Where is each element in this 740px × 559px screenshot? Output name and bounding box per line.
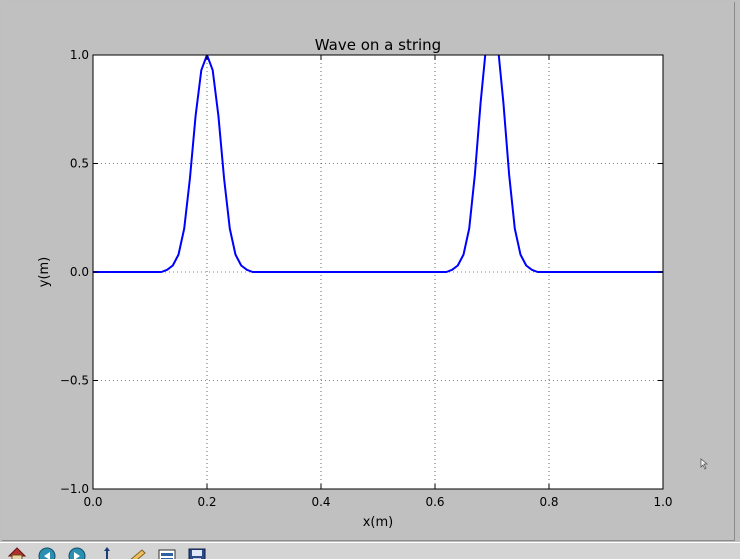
subplots-button[interactable] <box>156 545 178 559</box>
x-tick-label: 0.4 <box>311 495 330 509</box>
forward-icon <box>68 547 86 559</box>
y-tick-label: 1.0 <box>70 48 89 62</box>
x-tick-label: 0.0 <box>83 495 102 509</box>
x-tick-label: 1.0 <box>653 495 672 509</box>
pan-button[interactable] <box>96 545 118 559</box>
forward-button[interactable] <box>66 545 88 559</box>
zoom-button[interactable] <box>126 545 148 559</box>
y-tick-label: −1.0 <box>60 482 89 496</box>
home-button[interactable] <box>6 545 28 559</box>
x-tick-label: 0.8 <box>539 495 558 509</box>
back-icon <box>38 547 56 559</box>
back-button[interactable] <box>36 545 58 559</box>
wave-chart: 0.0 0.2 0.4 0.6 0.8 1.0 −1.0 −0.5 0.0 0.5 1.0 Wav… <box>37 36 673 530</box>
y-tick-labels: −1.0 −0.5 0.0 0.5 1.0 <box>60 48 89 496</box>
x-tick-label: 0.6 <box>425 495 444 509</box>
y-tick-label: 0.0 <box>70 265 89 279</box>
x-axis-label: x(m) <box>363 515 394 530</box>
navigation-toolbar <box>0 542 740 559</box>
zoom-icon <box>130 549 146 559</box>
chart-title: Wave on a string <box>315 36 441 54</box>
pan-icon <box>104 547 110 559</box>
home-icon <box>7 547 27 559</box>
figure-canvas: 0.0 0.2 0.4 0.6 0.8 1.0 −1.0 −0.5 0.0 0.5 1.0 Wav… <box>2 2 735 541</box>
subplots-icon <box>158 549 176 559</box>
save-icon <box>188 548 206 559</box>
y-axis-label: y(m) <box>37 257 52 288</box>
figure-window: 0.0 0.2 0.4 0.6 0.8 1.0 −1.0 −0.5 0.0 0.5 1.0 Wav… <box>0 0 740 559</box>
mouse-cursor-icon <box>700 458 708 470</box>
x-tick-label: 0.2 <box>197 495 216 509</box>
save-button[interactable] <box>186 545 208 559</box>
x-tick-labels: 0.0 0.2 0.4 0.6 0.8 1.0 <box>83 495 672 509</box>
y-tick-label: 0.5 <box>70 157 89 171</box>
y-tick-label: −0.5 <box>60 374 89 388</box>
